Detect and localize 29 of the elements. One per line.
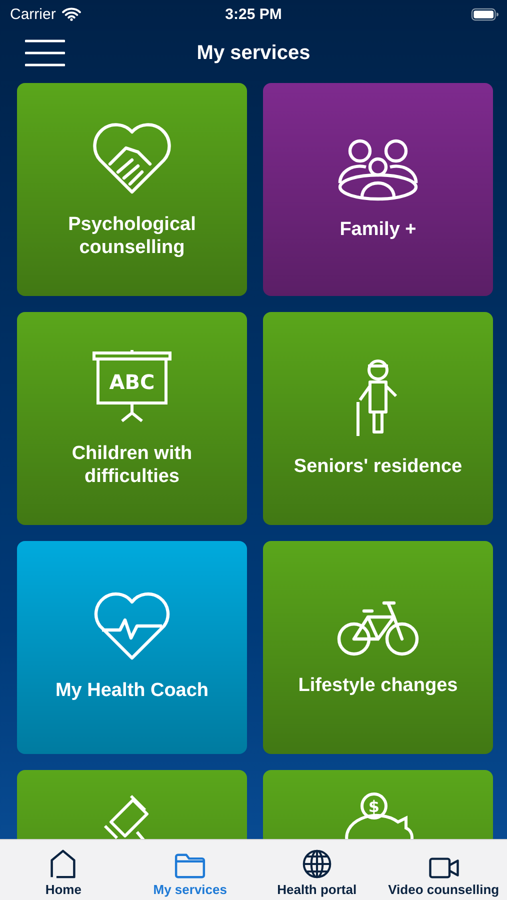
tab-item[interactable]: Health portal (254, 840, 380, 900)
menu-icon[interactable] (25, 39, 65, 67)
globe-icon (302, 849, 332, 879)
service-card[interactable]: Seniors' residence (263, 312, 493, 525)
service-label: Seniors' residence (292, 456, 464, 479)
service-card[interactable]: Lifestyle changes (263, 541, 493, 754)
tab-item[interactable]: My services (126, 840, 254, 900)
home-icon (49, 849, 78, 879)
clock-time: 3:25 PM (225, 6, 282, 22)
tab-item[interactable]: Video counselling (380, 840, 507, 900)
service-label: Family + (338, 219, 418, 242)
family-icon (336, 137, 420, 202)
service-label: Psychological counselling (67, 214, 197, 260)
wifi-icon (62, 7, 81, 21)
service-card[interactable]: Psychological counselling (17, 83, 247, 296)
carrier-name: Carrier (10, 6, 56, 22)
service-card[interactable]: Family + (263, 83, 493, 296)
service-label: Lifestyle changes (297, 675, 459, 698)
service-card[interactable]: $ (263, 770, 493, 839)
service-label: Children with difficulties (70, 442, 194, 488)
battery-icon (471, 8, 499, 20)
service-card[interactable]: ABC Children with difficulties (17, 312, 247, 525)
service-label: My Health Coach (54, 680, 210, 703)
video-camera-icon (428, 857, 460, 879)
screen-title: My services (196, 42, 310, 64)
tab-item[interactable]: Home (0, 840, 127, 900)
heart-pulse-icon (92, 592, 172, 662)
service-card[interactable]: My Health Coach (17, 541, 247, 754)
folder-icon (174, 853, 206, 879)
